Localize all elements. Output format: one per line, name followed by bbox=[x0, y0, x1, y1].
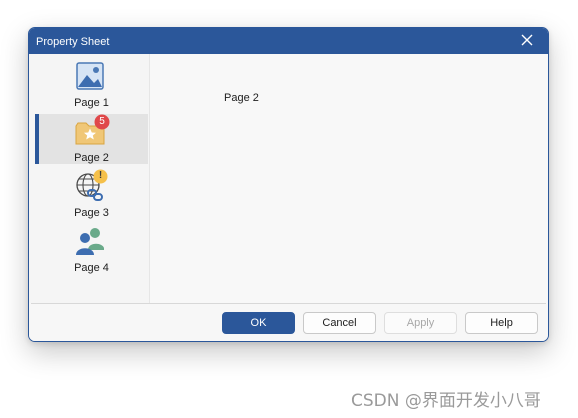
page-navigation: Page 1 5 Page 2 ! Page 3 Page 4 bbox=[29, 54, 150, 303]
apply-button[interactable]: Apply bbox=[384, 312, 457, 334]
window-title: Property Sheet bbox=[36, 36, 110, 48]
page-label: Page 2 bbox=[224, 92, 259, 104]
image-icon bbox=[76, 62, 104, 90]
sidebar-item-page-4[interactable]: Page 4 bbox=[35, 224, 148, 274]
users-icon bbox=[76, 228, 104, 255]
warning-mark: ! bbox=[98, 170, 103, 181]
sidebar-item-page-1[interactable]: Page 1 bbox=[35, 59, 148, 109]
help-button[interactable]: Help bbox=[465, 312, 538, 334]
button-bar: OK Cancel Apply Help bbox=[29, 304, 548, 341]
watermark: CSDN @界面开发小八哥 bbox=[351, 391, 541, 411]
sidebar-item-page-2[interactable]: 5 Page 2 bbox=[35, 114, 148, 164]
sidebar-item-label: Page 3 bbox=[74, 207, 109, 219]
property-sheet-dialog: Property Sheet Page 1 5 Page 2 ! Page 3 … bbox=[28, 27, 549, 342]
title-bar[interactable]: Property Sheet bbox=[29, 28, 548, 54]
page-content: Page 2 bbox=[150, 54, 548, 303]
sidebar-item-label: Page 4 bbox=[74, 262, 109, 274]
sidebar-item-label: Page 2 bbox=[74, 152, 109, 164]
close-icon[interactable] bbox=[520, 33, 534, 47]
badge-count: 5 bbox=[99, 116, 105, 127]
sidebar-item-page-3[interactable]: ! Page 3 bbox=[35, 169, 148, 219]
ok-button[interactable]: OK bbox=[222, 312, 295, 334]
cancel-button[interactable]: Cancel bbox=[303, 312, 376, 334]
sidebar-item-label: Page 1 bbox=[74, 97, 109, 109]
